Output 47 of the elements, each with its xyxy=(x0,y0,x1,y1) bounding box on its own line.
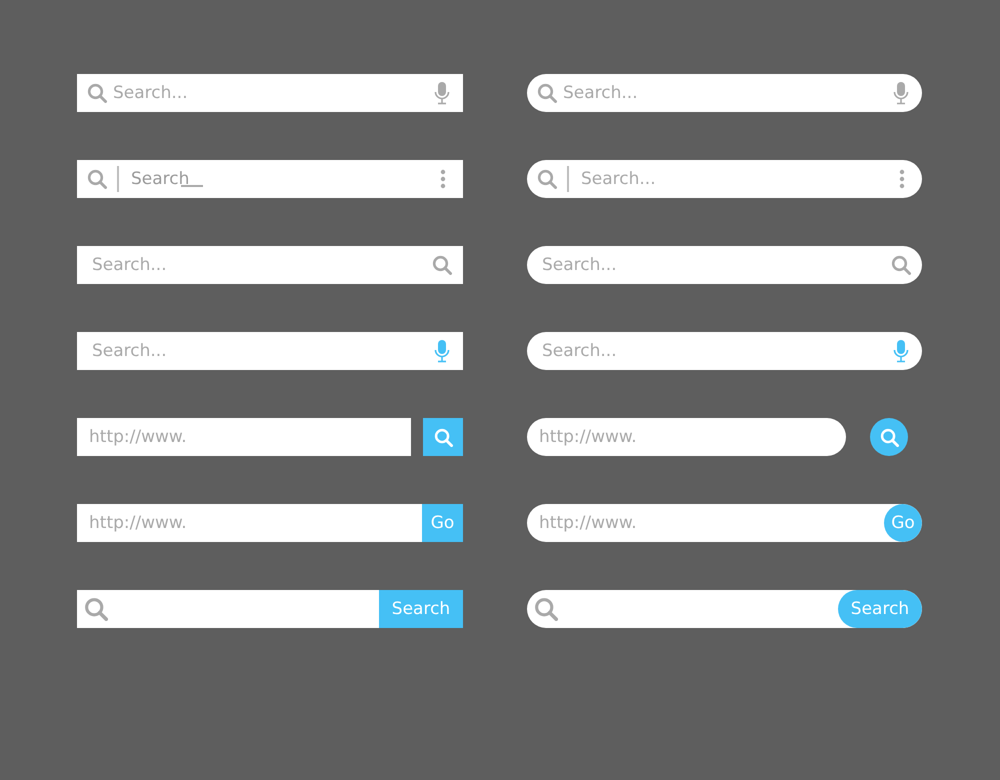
search-field[interactable]: Search... xyxy=(527,74,922,112)
go-button[interactable]: Go xyxy=(422,504,463,542)
placeholder: Search... xyxy=(563,83,638,103)
search-field[interactable]: Search... xyxy=(77,246,463,284)
search-field[interactable]: http://www. xyxy=(527,418,846,456)
search-text: Search xyxy=(131,169,190,189)
search-icon xyxy=(432,255,452,275)
placeholder: Search... xyxy=(113,83,188,103)
placeholder: http://www. xyxy=(89,427,187,447)
go-button[interactable]: Go xyxy=(884,504,922,542)
microphone-icon[interactable] xyxy=(434,81,450,105)
search-button[interactable] xyxy=(870,418,908,456)
search-icon xyxy=(434,428,452,446)
placeholder: http://www. xyxy=(539,427,637,447)
placeholder: http://www. xyxy=(89,513,187,533)
search-field[interactable]: http://www. xyxy=(77,418,411,456)
search-field[interactable]: Search... xyxy=(77,332,463,370)
search-icon xyxy=(537,169,557,189)
microphone-icon[interactable] xyxy=(893,81,909,105)
placeholder: Search... xyxy=(581,169,656,189)
placeholder: Search... xyxy=(542,341,617,361)
search-icon xyxy=(891,255,911,275)
search-field[interactable]: Search xyxy=(77,590,463,628)
search-icon xyxy=(880,428,898,446)
search-field[interactable]: Search... xyxy=(527,246,922,284)
more-icon[interactable] xyxy=(440,169,446,189)
search-icon xyxy=(537,83,557,103)
search-icon xyxy=(84,597,108,621)
search-button[interactable]: Search xyxy=(379,590,463,628)
placeholder: http://www. xyxy=(539,513,637,533)
placeholder: Search... xyxy=(92,255,167,275)
search-icon xyxy=(534,597,558,621)
search-field[interactable]: http://www. Go xyxy=(527,504,922,542)
more-icon[interactable] xyxy=(899,169,905,189)
search-icon xyxy=(87,169,107,189)
search-button[interactable]: Search xyxy=(838,590,922,628)
microphone-icon[interactable] xyxy=(893,339,909,363)
search-field[interactable]: Search... xyxy=(527,160,922,198)
search-icon xyxy=(87,83,107,103)
search-field[interactable]: Search xyxy=(527,590,922,628)
placeholder: Search... xyxy=(542,255,617,275)
search-field[interactable]: http://www. Go xyxy=(77,504,463,542)
microphone-icon[interactable] xyxy=(434,339,450,363)
placeholder: Search... xyxy=(92,341,167,361)
search-field[interactable]: Search... xyxy=(77,74,463,112)
search-field[interactable]: Search... xyxy=(527,332,922,370)
search-field[interactable]: Search xyxy=(77,160,463,198)
